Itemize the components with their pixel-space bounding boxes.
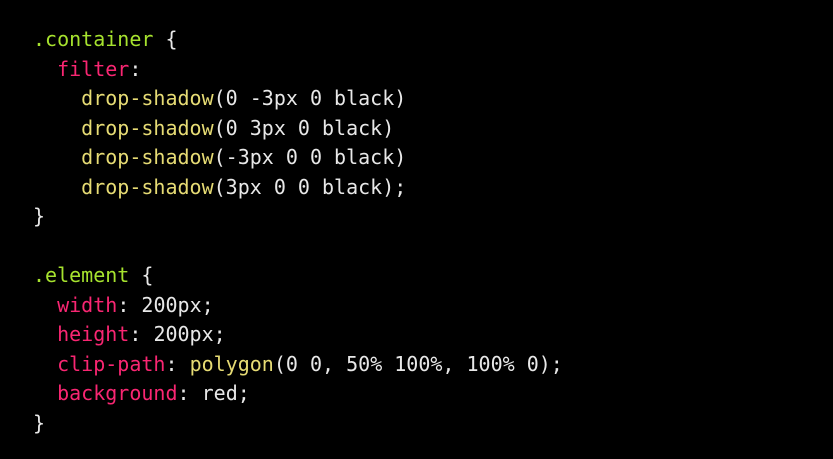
code-line: filter:: [33, 55, 833, 85]
css-property: width: [57, 292, 118, 317]
css-value: 200px;: [153, 322, 226, 346]
code-line: drop-shadow(0 -3px 0 black): [33, 84, 833, 114]
css-function: drop-shadow: [81, 115, 214, 140]
code-block: .container { filter: drop-shadow(0 -3px …: [0, 0, 833, 459]
css-value: red;: [201, 381, 250, 405]
css-property: clip-path: [57, 351, 166, 376]
css-value: 200px;: [141, 292, 214, 317]
code-line: drop-shadow(3px 0 0 black);: [33, 173, 833, 203]
punctuation: :: [129, 322, 154, 346]
css-function: drop-shadow: [81, 174, 214, 199]
code-line: height: 200px;: [33, 320, 833, 350]
css-value: (-3px 0 0 black): [213, 145, 407, 169]
css-value: (0 3px 0 black): [213, 115, 395, 140]
css-property: height: [57, 322, 130, 346]
code-line: drop-shadow(-3px 0 0 black): [33, 143, 833, 173]
punctuation: :: [177, 381, 202, 405]
punctuation: }: [33, 410, 46, 435]
punctuation: }: [33, 204, 46, 228]
punctuation: {: [153, 27, 178, 51]
punctuation: :: [129, 56, 142, 81]
code-line: }: [33, 202, 833, 232]
code-line: }: [33, 409, 833, 439]
css-selector: .element: [33, 263, 130, 287]
punctuation: :: [165, 351, 190, 376]
punctuation: :: [117, 292, 142, 317]
css-property: background: [57, 381, 178, 405]
css-selector: .container: [33, 27, 154, 51]
punctuation: {: [129, 263, 154, 287]
css-function: drop-shadow: [81, 145, 214, 169]
css-value: (0 -3px 0 black): [213, 86, 407, 110]
code-line: clip-path: polygon(0 0, 50% 100%, 100% 0…: [33, 350, 833, 380]
code-line: .element {: [33, 261, 833, 291]
code-line: drop-shadow(0 3px 0 black): [33, 114, 833, 144]
css-value: (0 0, 50% 100%, 100% 0);: [273, 351, 563, 376]
code-line: background: red;: [33, 379, 833, 409]
code-line: width: 200px;: [33, 291, 833, 321]
code-line: .container {: [33, 25, 833, 55]
css-property: filter: [57, 56, 130, 81]
css-function: drop-shadow: [81, 86, 214, 110]
css-value: (3px 0 0 black);: [213, 174, 407, 199]
css-function: polygon: [189, 351, 274, 376]
